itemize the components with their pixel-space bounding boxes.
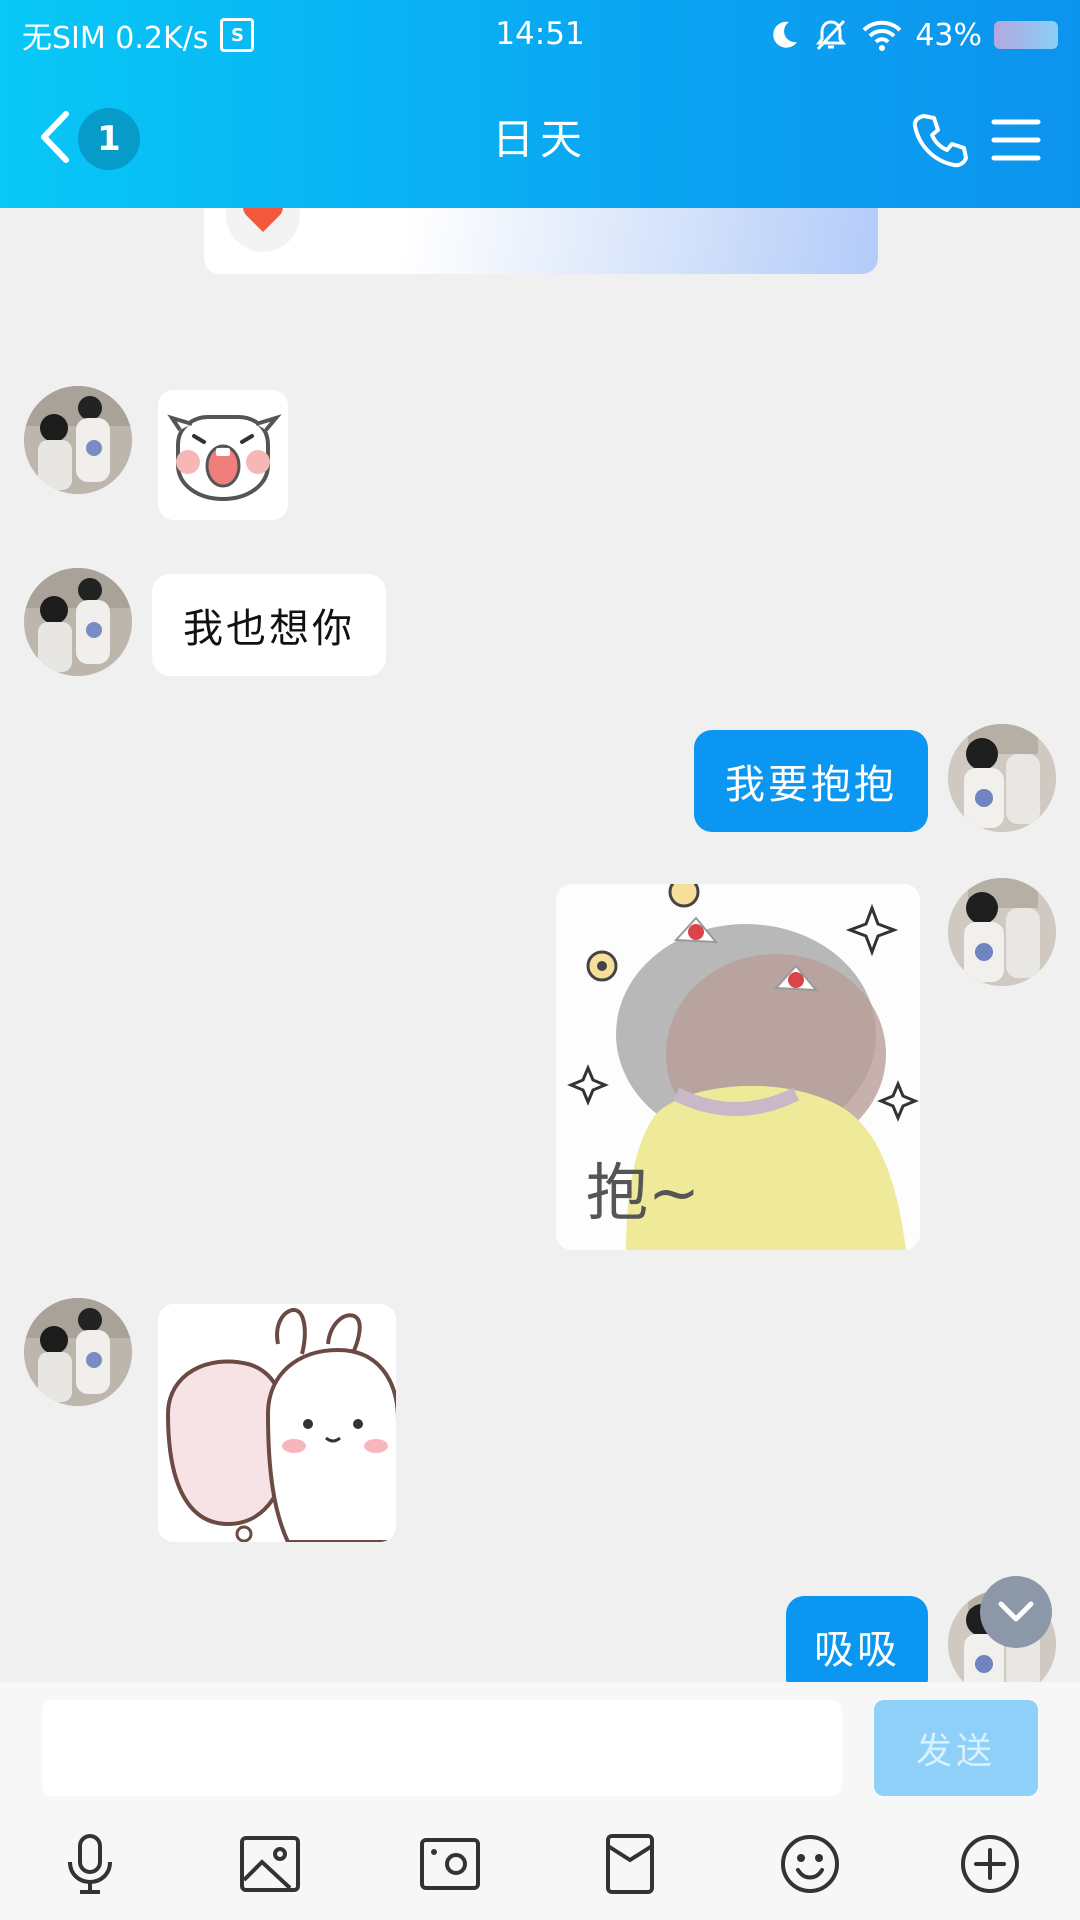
- plus-icon[interactable]: [958, 1832, 1022, 1896]
- input-area: 发送: [0, 1682, 1080, 1920]
- girl-hug-sticker[interactable]: 抱~: [556, 884, 920, 1250]
- my-avatar[interactable]: [948, 724, 1056, 832]
- chevron-down-icon: [998, 1601, 1034, 1622]
- outgoing-message-bubble[interactable]: 吸吸: [786, 1596, 928, 1696]
- bunny-hug-sticker[interactable]: [158, 1304, 396, 1542]
- title-bar: 1 日天: [0, 82, 1080, 194]
- image-icon[interactable]: [238, 1832, 302, 1896]
- message-input[interactable]: [42, 1700, 842, 1796]
- camera-icon[interactable]: [418, 1832, 482, 1896]
- my-avatar[interactable]: [948, 878, 1056, 986]
- scroll-to-bottom-button[interactable]: [980, 1576, 1052, 1648]
- heart-icon: [243, 208, 283, 232]
- partial-message-card[interactable]: [204, 208, 878, 274]
- menu-icon[interactable]: [990, 116, 1042, 164]
- pig-laughing-sticker[interactable]: [158, 390, 288, 520]
- microphone-icon[interactable]: [58, 1832, 122, 1896]
- outgoing-message-bubble[interactable]: 我要抱抱: [694, 730, 928, 832]
- contact-avatar[interactable]: [24, 1298, 132, 1406]
- sticker-caption: 抱~: [586, 1156, 700, 1229]
- heart-icon-wrap: [226, 208, 300, 252]
- send-button[interactable]: 发送: [874, 1700, 1038, 1796]
- contact-avatar[interactable]: [24, 386, 132, 494]
- status-bar: 无SIM 0.2K/s S 14:51 43%: [0, 0, 1080, 70]
- status-time: 14:51: [495, 16, 585, 52]
- header: 无SIM 0.2K/s S 14:51 43% 1 日天: [0, 0, 1080, 208]
- red-packet-icon[interactable]: [598, 1832, 662, 1896]
- phone-icon[interactable]: [910, 112, 968, 170]
- incoming-message-bubble[interactable]: 我也想你: [152, 574, 386, 676]
- contact-avatar[interactable]: [24, 568, 132, 676]
- emoji-icon[interactable]: [778, 1832, 842, 1896]
